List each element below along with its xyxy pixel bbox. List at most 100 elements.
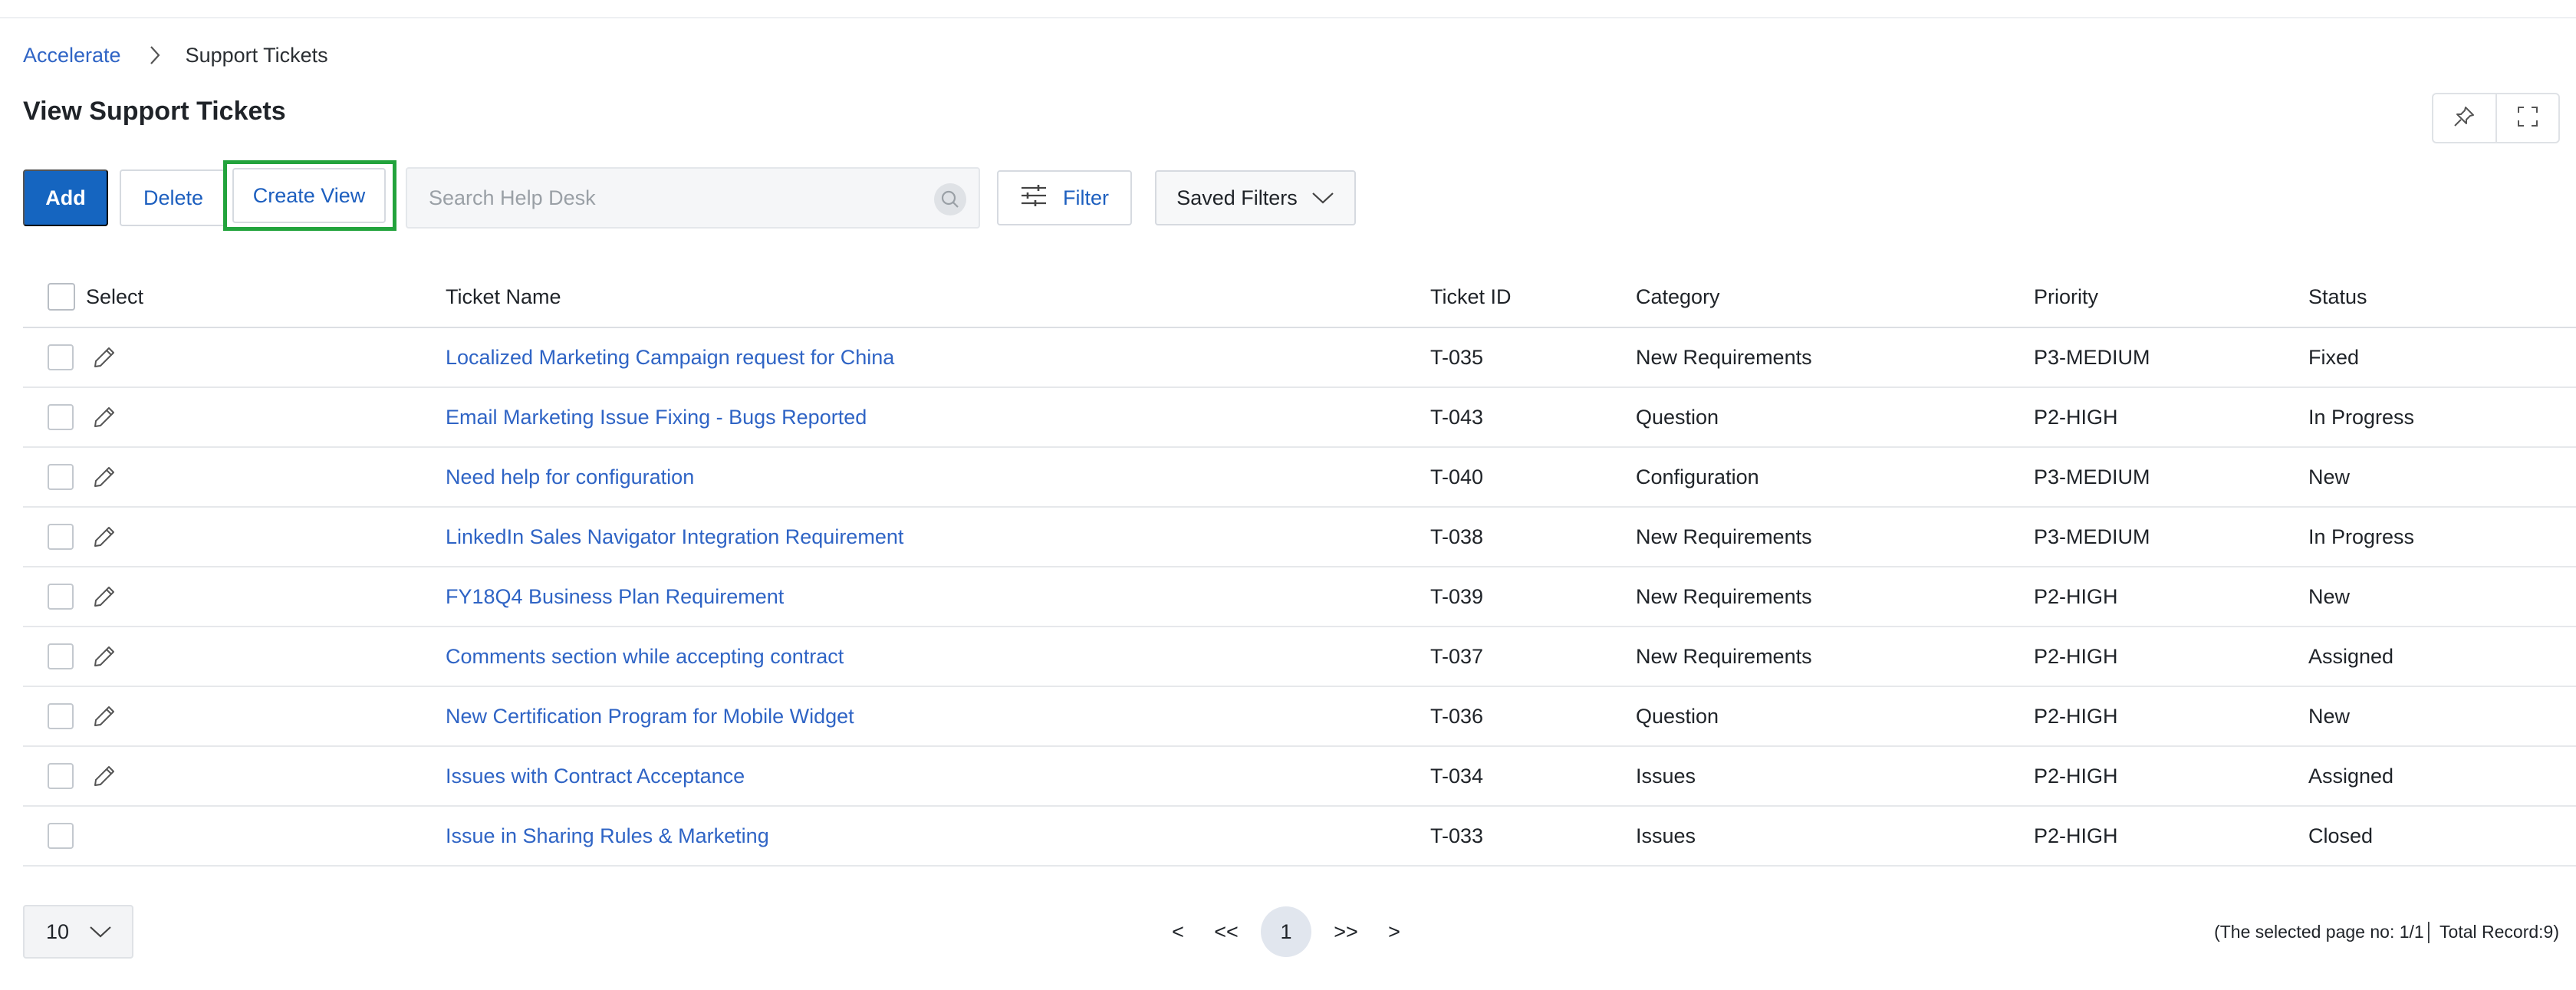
select-header-label: Select [86, 285, 144, 308]
breadcrumb: Accelerate Support Tickets [23, 40, 328, 71]
pencil-icon[interactable] [89, 462, 120, 492]
pencil-icon[interactable] [89, 641, 120, 672]
current-page-button[interactable]: 1 [1261, 906, 1311, 957]
status-header[interactable]: Status [2308, 267, 2367, 327]
ticket-priority: P2-HIGH [2034, 644, 2118, 668]
row-checkbox[interactable] [48, 524, 74, 550]
priority-header[interactable]: Priority [2034, 267, 2098, 327]
pin-button[interactable] [2433, 94, 2495, 142]
ticket-category: Issues [1636, 824, 1696, 847]
ticket-name-link[interactable]: Issue in Sharing Rules & Marketing [446, 807, 769, 865]
ticket-priority: P3-MEDIUM [2034, 465, 2150, 488]
ticket-priority: P2-HIGH [2034, 584, 2118, 608]
table-header-row: Select Ticket Name Ticket ID Category Pr… [23, 267, 2576, 328]
table-row: Localized Marketing Campaign request for… [23, 328, 2576, 388]
page-record-info: (The selected page no: 1/1│ Total Record… [2214, 921, 2559, 942]
ticket-priority: P2-HIGH [2034, 824, 2118, 847]
row-select-cell [48, 687, 120, 745]
ticket-name-link[interactable]: Need help for configuration [446, 448, 694, 506]
ticket-name-link[interactable]: FY18Q4 Business Plan Requirement [446, 567, 784, 626]
create-view-button[interactable]: Create View [232, 168, 386, 223]
next-page-button[interactable]: > [1376, 907, 1413, 956]
row-select-cell [48, 747, 120, 805]
row-checkbox[interactable] [48, 823, 74, 849]
pencil-icon[interactable] [89, 521, 120, 552]
page-size-value: 10 [46, 919, 70, 943]
table-row: Issue in Sharing Rules & Marketing T-033… [23, 807, 2576, 867]
delete-button[interactable]: Delete [120, 169, 227, 226]
ticket-priority: P2-HIGH [2034, 704, 2118, 728]
row-checkbox[interactable] [48, 763, 74, 789]
chevron-down-icon [89, 920, 112, 944]
first-page-button[interactable]: << [1199, 907, 1253, 956]
ticket-status: New [2308, 584, 2351, 608]
ticket-id: T-037 [1430, 644, 1484, 668]
row-select-cell [48, 807, 74, 865]
table-row: FY18Q4 Business Plan Requirement T-039 N… [23, 567, 2576, 627]
pencil-icon[interactable] [89, 761, 120, 791]
ticket-name-link[interactable]: LinkedIn Sales Navigator Integration Req… [446, 508, 903, 566]
prev-page-button[interactable]: < [1160, 907, 1196, 956]
select-column-header: Select [48, 267, 143, 327]
ticket-name-link[interactable]: Localized Marketing Campaign request for… [446, 328, 894, 386]
ticket-name-link[interactable]: New Certification Program for Mobile Wid… [446, 687, 854, 745]
table-body: Localized Marketing Campaign request for… [23, 328, 2576, 867]
pencil-icon[interactable] [89, 701, 120, 732]
filter-button[interactable]: Filter [997, 170, 1132, 225]
table-row: Need help for configuration T-040 Config… [23, 448, 2576, 508]
row-checkbox[interactable] [48, 344, 74, 370]
chevron-down-icon [1311, 186, 1334, 210]
saved-filters-dropdown[interactable]: Saved Filters [1155, 170, 1356, 225]
add-button[interactable]: Add [23, 169, 108, 226]
toolbar: Add Delete Create View Filter Saved Filt… [0, 160, 2576, 231]
ticket-category: Question [1636, 405, 1719, 429]
row-select-cell [48, 328, 120, 386]
ticket-category: Configuration [1636, 465, 1759, 488]
pin-icon [2453, 105, 2476, 132]
table-footer: 10 < << 1 >> > (The selected page no: 1/… [0, 905, 2576, 960]
category-header[interactable]: Category [1636, 267, 1720, 327]
ticket-id: T-043 [1430, 405, 1484, 429]
ticket-status: In Progress [2308, 405, 2415, 429]
chevron-right-icon [140, 40, 170, 71]
row-checkbox[interactable] [48, 703, 74, 729]
row-checkbox[interactable] [48, 464, 74, 490]
breadcrumb-accelerate-link[interactable]: Accelerate [23, 44, 121, 67]
filter-sliders-icon [1020, 183, 1048, 213]
create-view-highlight: Create View [223, 160, 396, 231]
ticket-name-link[interactable]: Issues with Contract Acceptance [446, 747, 745, 805]
search-icon[interactable] [934, 183, 966, 215]
ticket-id: T-034 [1430, 764, 1484, 788]
ticket-id-header[interactable]: Ticket ID [1430, 267, 1512, 327]
ticket-priority: P3-MEDIUM [2034, 345, 2150, 369]
table-row: LinkedIn Sales Navigator Integration Req… [23, 508, 2576, 567]
pencil-icon[interactable] [89, 581, 120, 612]
page-size-select[interactable]: 10 [23, 905, 133, 959]
row-checkbox[interactable] [48, 584, 74, 610]
row-select-cell [48, 627, 120, 686]
filter-label: Filter [1063, 186, 1109, 209]
table-row: Email Marketing Issue Fixing - Bugs Repo… [23, 388, 2576, 448]
ticket-id: T-036 [1430, 704, 1484, 728]
row-checkbox[interactable] [48, 404, 74, 430]
pencil-icon[interactable] [89, 402, 120, 433]
top-divider [0, 17, 2576, 18]
last-page-button[interactable]: >> [1319, 907, 1373, 956]
ticket-id: T-039 [1430, 584, 1484, 608]
row-select-cell [48, 567, 120, 626]
view-tools [2432, 93, 2560, 143]
ticket-category: New Requirements [1636, 644, 1812, 668]
row-select-cell [48, 508, 120, 566]
ticket-category: New Requirements [1636, 345, 1812, 369]
ticket-id: T-033 [1430, 824, 1484, 847]
ticket-name-link[interactable]: Email Marketing Issue Fixing - Bugs Repo… [446, 388, 867, 446]
fullscreen-button[interactable] [2495, 94, 2559, 142]
saved-filters-label: Saved Filters [1176, 186, 1298, 209]
select-all-checkbox[interactable] [48, 283, 75, 311]
ticket-name-link[interactable]: Comments section while accepting contrac… [446, 627, 844, 686]
row-checkbox[interactable] [48, 643, 74, 669]
search-input[interactable] [429, 186, 920, 210]
pencil-icon[interactable] [89, 342, 120, 373]
ticket-status: Fixed [2308, 345, 2360, 369]
ticket-name-header[interactable]: Ticket Name [446, 267, 561, 327]
